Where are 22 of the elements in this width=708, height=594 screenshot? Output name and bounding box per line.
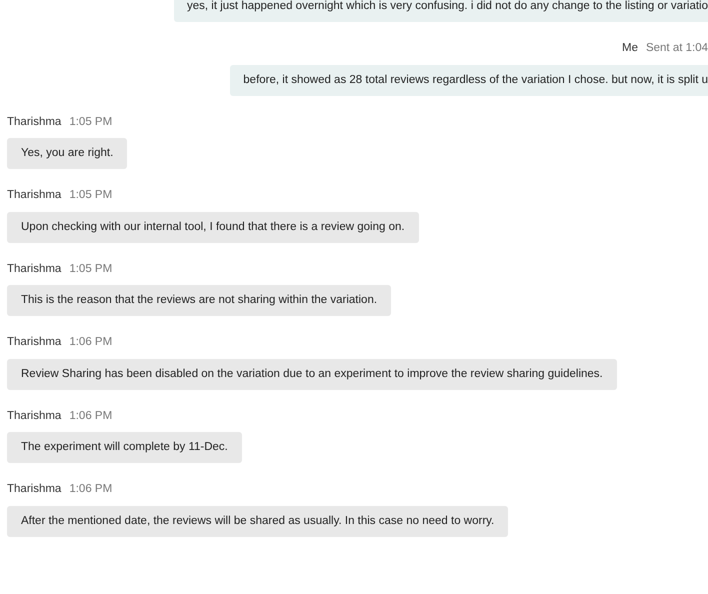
message-time: 1:05 PM — [69, 114, 112, 130]
message-time: 1:05 PM — [69, 262, 112, 277]
sender-name: Tharishma — [7, 114, 62, 130]
sender-name: Me — [622, 41, 638, 56]
message-bubble: yes, it just happened overnight which is very confusing. i did not do any change to the listing or variatio — [174, 0, 708, 22]
message-time: 1:06 PM — [69, 408, 112, 424]
message-time: Sent at 1:04 — [646, 41, 708, 56]
message-bubble: The experiment will complete by 11-Dec. — [7, 432, 242, 464]
sender-name: Tharishma — [7, 188, 62, 204]
message-time: 1:06 PM — [69, 335, 112, 350]
sender-name: Tharishma — [7, 262, 62, 277]
sender-name: Tharishma — [7, 335, 62, 350]
message-bubble: Yes, you are right. — [7, 138, 128, 170]
message-bubble: before, it showed as 28 total reviews regardless of the variation I chose. but now, it is split u — [230, 64, 708, 96]
message-time: 1:06 PM — [69, 482, 112, 498]
message-bubble: Upon checking with our internal tool, I found that there is a review going on. — [7, 212, 419, 243]
sender-name: Tharishma — [7, 408, 62, 424]
message-bubble: This is the reason that the reviews are not sharing within the variation. — [7, 285, 392, 316]
message-bubble: After the mentioned date, the reviews will be shared as usually. In this case no need to worry. — [7, 506, 508, 537]
message-bubble: Review Sharing has been disabled on the variation due to an experiment to improve the review sharing guidelines. — [7, 358, 617, 390]
sender-name: Tharishma — [7, 482, 62, 498]
message-time: 1:05 PM — [69, 188, 112, 204]
